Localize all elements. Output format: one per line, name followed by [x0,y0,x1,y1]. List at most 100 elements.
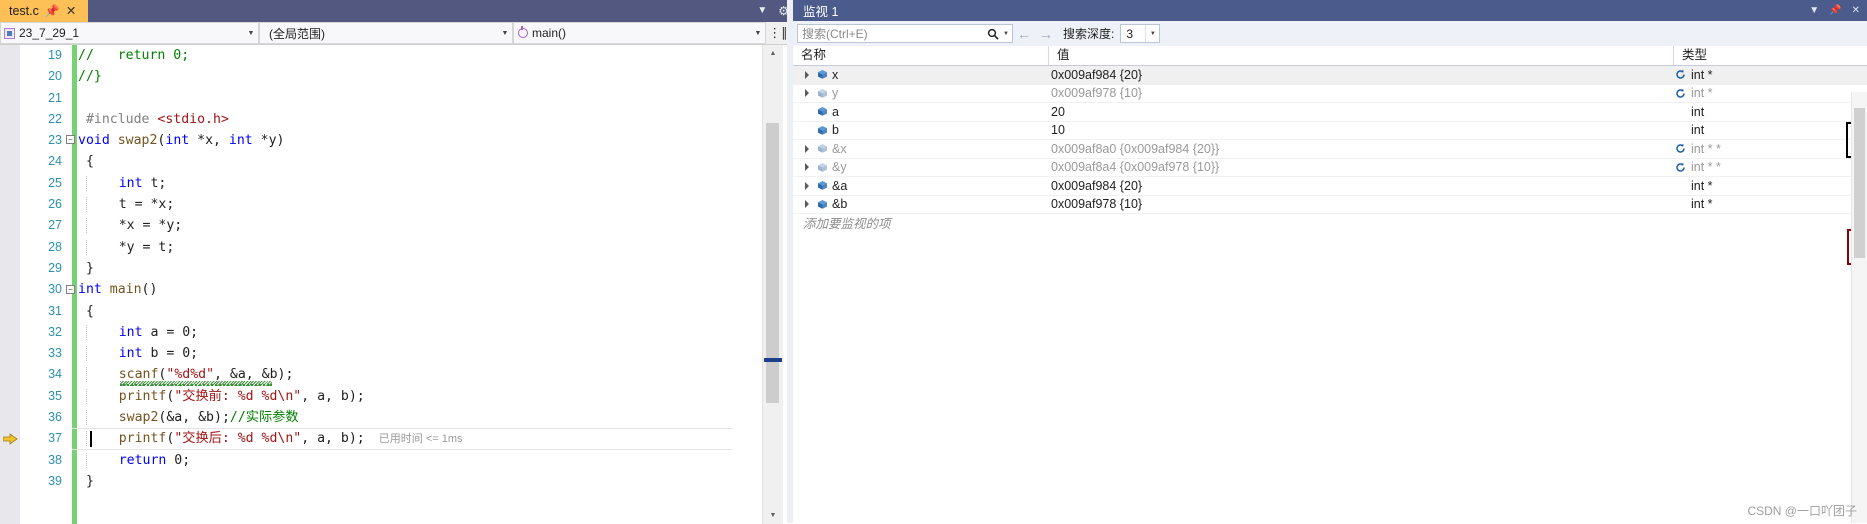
code-line[interactable]: // return 0; [78,45,763,66]
document-selector[interactable]: 23_7_29_1 ▼ [0,22,259,44]
code-line[interactable]: return 0; [78,450,763,471]
watch-variables-grid[interactable]: 名称 值 类型 x 0x009af984 {20} int * y 0x009af978… [793,46,1867,523]
expander-triangle-icon[interactable] [803,199,813,209]
code-line[interactable]: printf("交换后: %d %d\n", a, b); 已用时间 <= 1ms [78,428,763,449]
watch-variable-value[interactable]: 0x009af978 {10} [1048,85,1673,103]
scope-selector[interactable]: (全局范围) ▼ [259,22,513,44]
watch-row-name-cell[interactable]: &a [793,177,1048,195]
expander-triangle-icon[interactable] [803,144,813,154]
line-number: 38 [20,450,68,471]
watch-row[interactable]: &b 0x009af978 {10} int * [793,196,1867,214]
expander-triangle-icon[interactable] [803,88,813,98]
add-watch-item-row[interactable]: 添加要监视的项 [793,214,1867,232]
expander-triangle-icon[interactable] [803,70,813,80]
close-icon[interactable]: ✕ [1852,5,1860,16]
code-line[interactable]: int a = 0; [78,322,763,343]
scroll-down-icon[interactable]: ▼ [763,507,783,524]
code-line[interactable] [78,88,763,109]
watch-row[interactable]: x 0x009af984 {20} int * [793,66,1867,85]
watch-row-name-cell[interactable]: y [793,85,1048,103]
indicator-margin[interactable] [0,45,20,524]
watch-variable-value[interactable]: 0x009af984 {20} [1048,177,1673,195]
watch-row[interactable]: &x 0x009af8a0 {0x009af984 {20}} int * * [793,140,1867,159]
scrollbar-thumb[interactable] [1854,108,1865,258]
refresh-icon[interactable] [1675,162,1686,173]
code-line[interactable]: { [78,151,763,172]
arrow-right-icon[interactable]: → [1035,26,1057,42]
line-number-label: 26 [48,197,62,212]
chevron-down-icon[interactable]: ▼ [498,30,512,37]
pin-icon[interactable]: 📌 [45,0,60,22]
variable-cube-icon [817,106,828,117]
watch-variable-type-cell: int [1673,122,1867,140]
current-position-marker [764,358,782,362]
chevron-down-icon[interactable]: ▼ [244,30,258,37]
watch-panel: 监视 1 ▼ 📌 ✕ ▼ ← → 搜索深度: [793,0,1867,523]
watch-row-name-cell[interactable]: b [793,122,1048,140]
chevron-down-icon[interactable]: ▼ [1145,25,1159,42]
arrow-left-icon[interactable]: ← [1013,26,1035,42]
code-line[interactable]: int b = 0; [78,343,763,364]
code-line[interactable]: int t; [78,173,763,194]
code-line[interactable]: *x = *y; [78,215,763,236]
line-number: 26 [20,194,68,215]
watch-row-name-cell[interactable]: &y [793,159,1048,177]
collapse-icon[interactable]: − [66,135,75,145]
search-input[interactable] [798,24,983,43]
expander-triangle-icon[interactable] [803,181,813,191]
code-line[interactable]: } [78,471,763,492]
code-line[interactable]: { [78,301,763,322]
line-number: 39 [20,471,68,492]
refresh-icon[interactable] [1675,143,1686,154]
watch-variable-value[interactable]: 0x009af8a4 {0x009af978 {10}} [1048,159,1673,177]
watch-vertical-scrollbar[interactable] [1851,92,1867,523]
chevron-down-icon[interactable]: ▼ [757,0,767,22]
watch-row-name-cell[interactable]: a [793,103,1048,121]
code-text[interactable]: // return 0; //} #include <stdio.h> − voi… [66,45,763,524]
member-selector[interactable]: main() ▼ [513,22,766,44]
watch-row-name-cell[interactable]: x [793,66,1048,84]
refresh-icon[interactable] [1675,88,1686,99]
code-line[interactable]: t = *x; [78,194,763,215]
scroll-up-icon[interactable]: ▲ [763,45,783,62]
code-line[interactable]: scanf("%d%d", &a, &b); [78,364,763,387]
watch-row[interactable]: &a 0x009af984 {20} int * [793,177,1867,196]
editor-vertical-scrollbar[interactable] [762,45,783,524]
refresh-icon[interactable] [1675,69,1686,80]
watch-variable-value[interactable]: 0x009af8a0 {0x009af984 {20}} [1048,140,1673,158]
watch-variable-value[interactable]: 0x009af978 {10} [1048,196,1673,214]
watch-row[interactable]: y 0x009af978 {10} int * [793,85,1867,103]
watch-variable-name: b [832,123,839,138]
document-tab-test-c[interactable]: test.c 📌 ✕ [0,0,88,22]
code-line[interactable]: − int main() [66,279,763,300]
watch-row[interactable]: b 10 int [793,122,1867,140]
code-editor[interactable]: 19 20 21 22 23 24 25 26 27 28 29 30 31 32 33 34 35 36 37 38… [0,45,793,524]
chevron-down-icon[interactable]: ▼ [1003,31,1012,37]
code-line[interactable]: *y = t; [78,237,763,258]
code-line[interactable]: − void swap2(int *x, int *y) [66,130,763,151]
expander-triangle-icon[interactable] [803,162,813,172]
code-line[interactable]: //} [78,66,763,87]
search-icon[interactable] [983,28,1003,40]
code-line[interactable]: swap2(&a, &b);//实际参数 [78,407,763,428]
column-header-name[interactable]: 名称 [793,46,1048,65]
close-icon[interactable]: ✕ [66,0,76,22]
collapse-icon[interactable]: − [66,284,75,294]
watch-variable-value[interactable]: 10 [1048,122,1673,140]
watch-variable-value[interactable]: 0x009af984 {20} [1048,66,1673,84]
watch-variable-value[interactable]: 20 [1048,103,1673,121]
code-line[interactable]: printf("交换前: %d %d\n", a, b); [78,386,763,407]
watch-row-name-cell[interactable]: &x [793,140,1048,158]
pin-icon[interactable]: 📌 [1829,5,1841,16]
search-depth-stepper[interactable]: 3 ▼ [1120,24,1161,43]
chevron-down-icon[interactable]: ▼ [751,30,765,37]
column-header-value[interactable]: 值 [1048,46,1673,65]
search-box[interactable]: ▼ [797,24,1013,43]
code-line[interactable]: #include <stdio.h> [78,109,763,130]
watch-row-name-cell[interactable]: &b [793,196,1048,214]
watch-row[interactable]: a 20 int [793,103,1867,122]
code-line[interactable]: } [78,258,763,279]
chevron-down-icon[interactable]: ▼ [1809,5,1819,16]
watch-row[interactable]: &y 0x009af8a4 {0x009af978 {10}} int * * [793,159,1867,177]
column-header-type[interactable]: 类型 [1673,46,1867,65]
